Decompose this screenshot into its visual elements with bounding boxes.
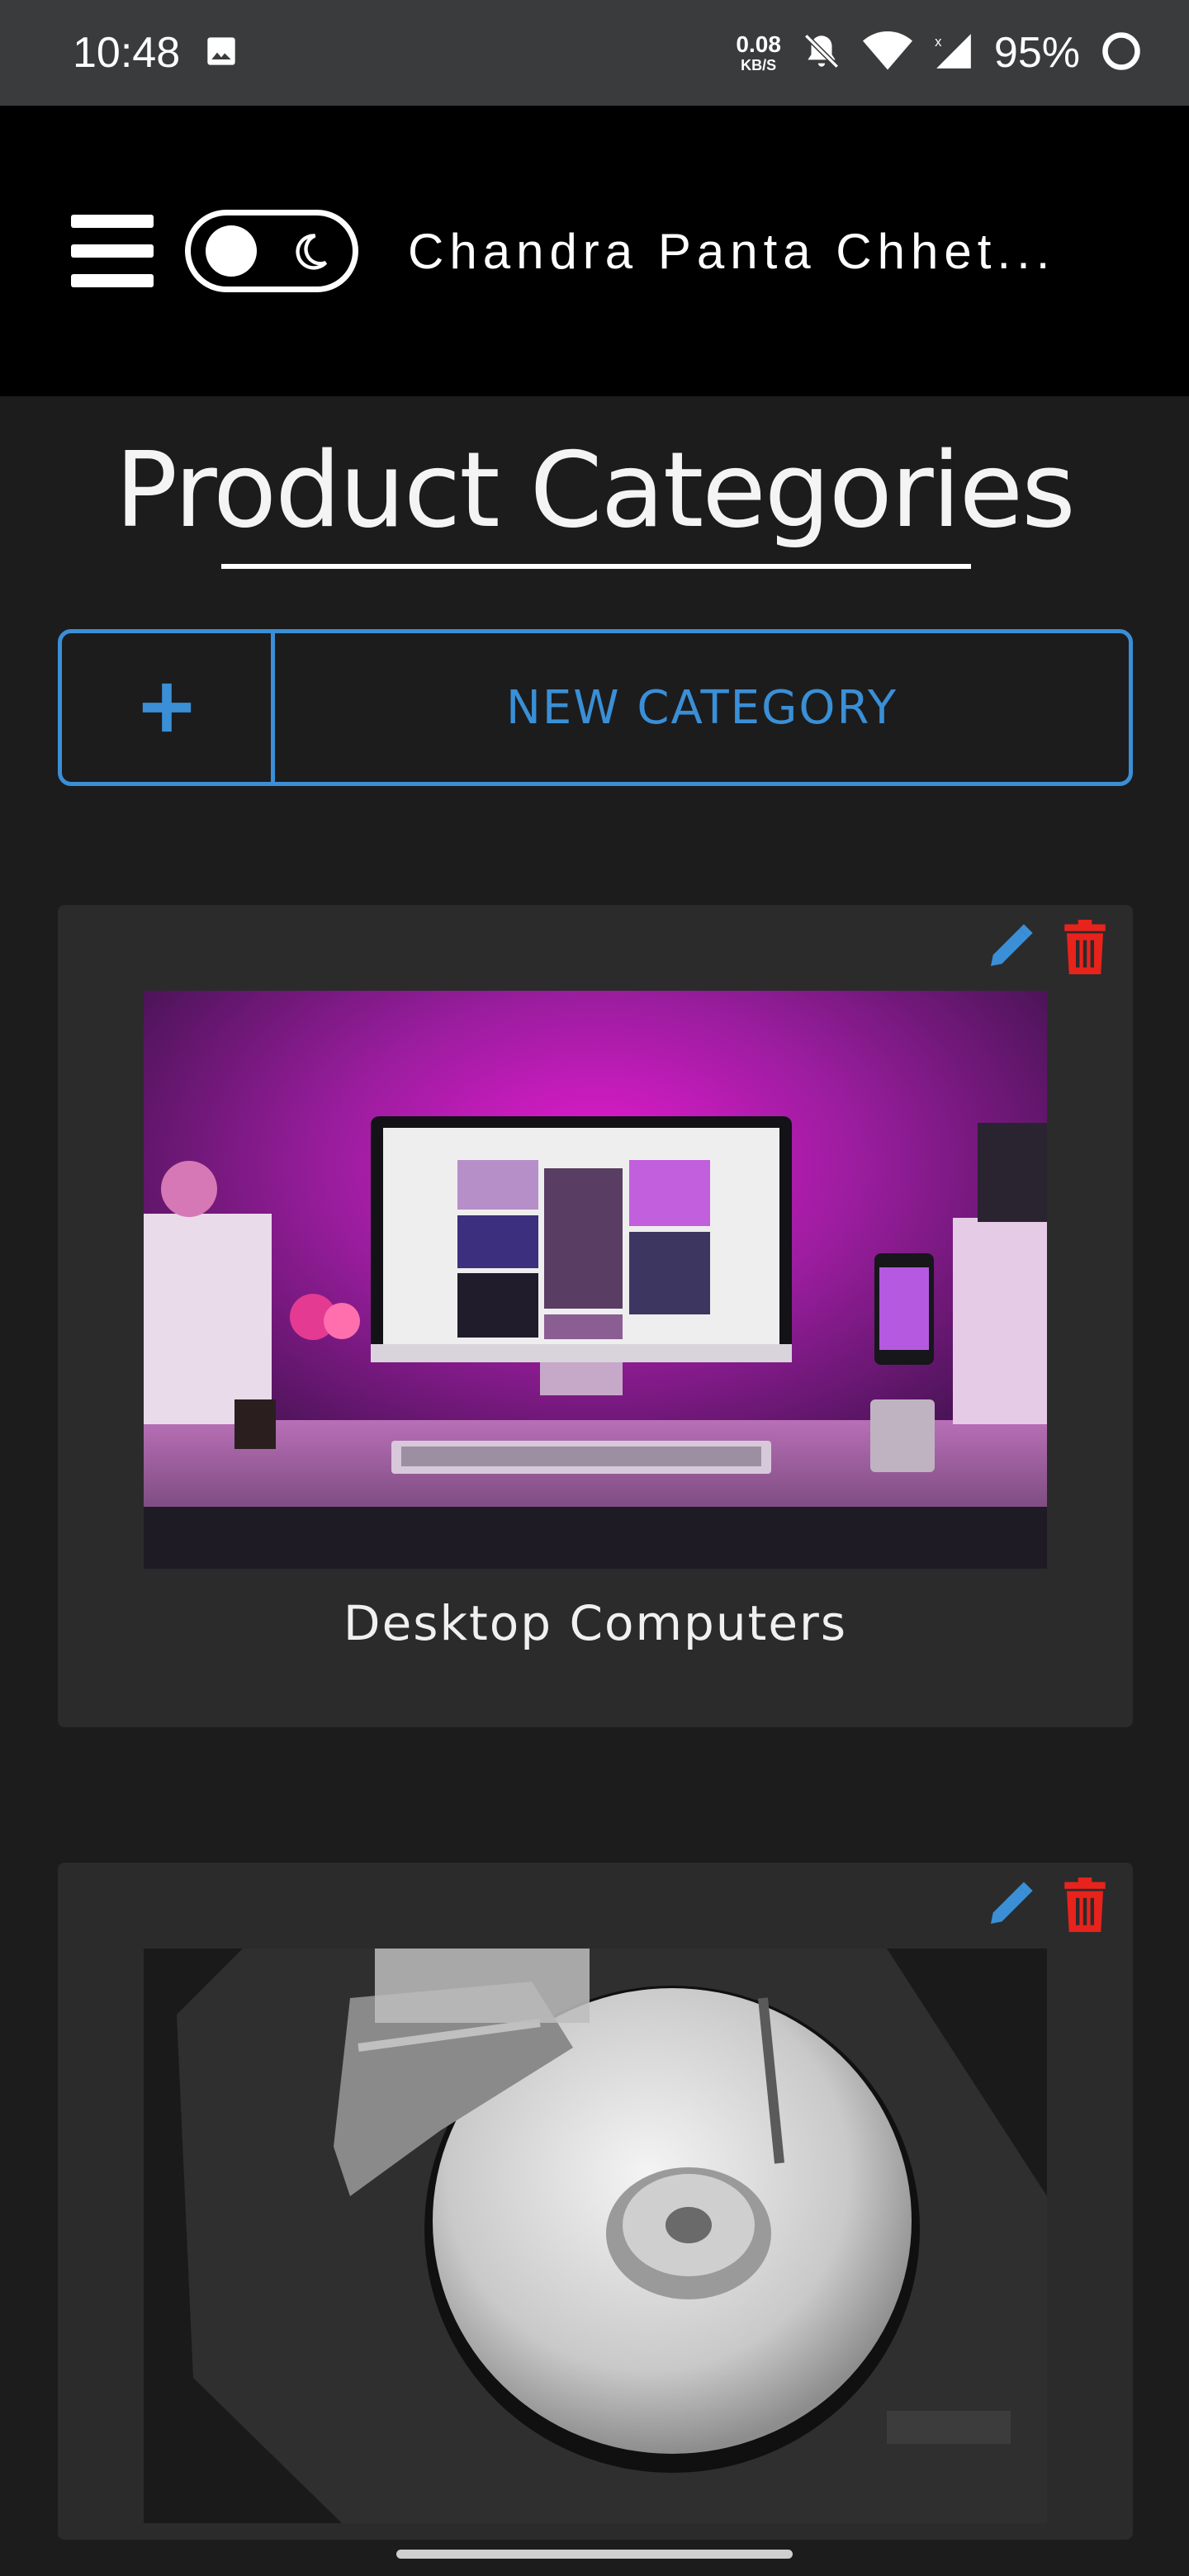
svg-text:x: x — [935, 34, 942, 50]
moon-icon — [296, 234, 328, 270]
bell-off-icon — [801, 31, 842, 75]
battery-icon — [1100, 30, 1143, 76]
image-icon — [205, 35, 238, 71]
home-indicator[interactable] — [396, 2550, 793, 2559]
hamburger-icon[interactable] — [71, 215, 154, 287]
app-header: Chandra Panta Chhet... — [0, 106, 1189, 396]
edit-icon[interactable] — [984, 1878, 1037, 1935]
new-category-button[interactable]: NEW CATEGORY — [58, 629, 1133, 786]
status-bar: 10:48 0.08 KB/S x 95% — [0, 0, 1189, 106]
network-speed: 0.08 KB/S — [736, 31, 781, 73]
toggle-knob — [206, 225, 257, 277]
wifi-icon — [862, 31, 913, 75]
site-name[interactable]: Chandra Panta Chhet... — [408, 223, 1055, 280]
desk-setup-photo — [144, 991, 1047, 1569]
status-time: 10:48 — [73, 29, 181, 77]
trash-icon[interactable] — [1062, 1878, 1115, 1935]
hard-drive-photo — [144, 1949, 1047, 2523]
page-title: Product Categories — [115, 429, 1076, 551]
new-category-label: NEW CATEGORY — [505, 680, 898, 735]
edit-icon[interactable] — [984, 920, 1037, 978]
category-name[interactable]: Desktop Computers — [58, 1595, 1133, 1651]
theme-toggle[interactable] — [185, 210, 358, 292]
signal-icon: x — [933, 31, 974, 75]
category-card[interactable] — [58, 1863, 1133, 2540]
category-card[interactable]: Desktop Computers — [58, 905, 1133, 1727]
plus-icon — [62, 633, 275, 782]
trash-icon[interactable] — [1062, 920, 1115, 978]
battery-percent: 95% — [993, 29, 1080, 77]
title-underline — [221, 564, 971, 569]
